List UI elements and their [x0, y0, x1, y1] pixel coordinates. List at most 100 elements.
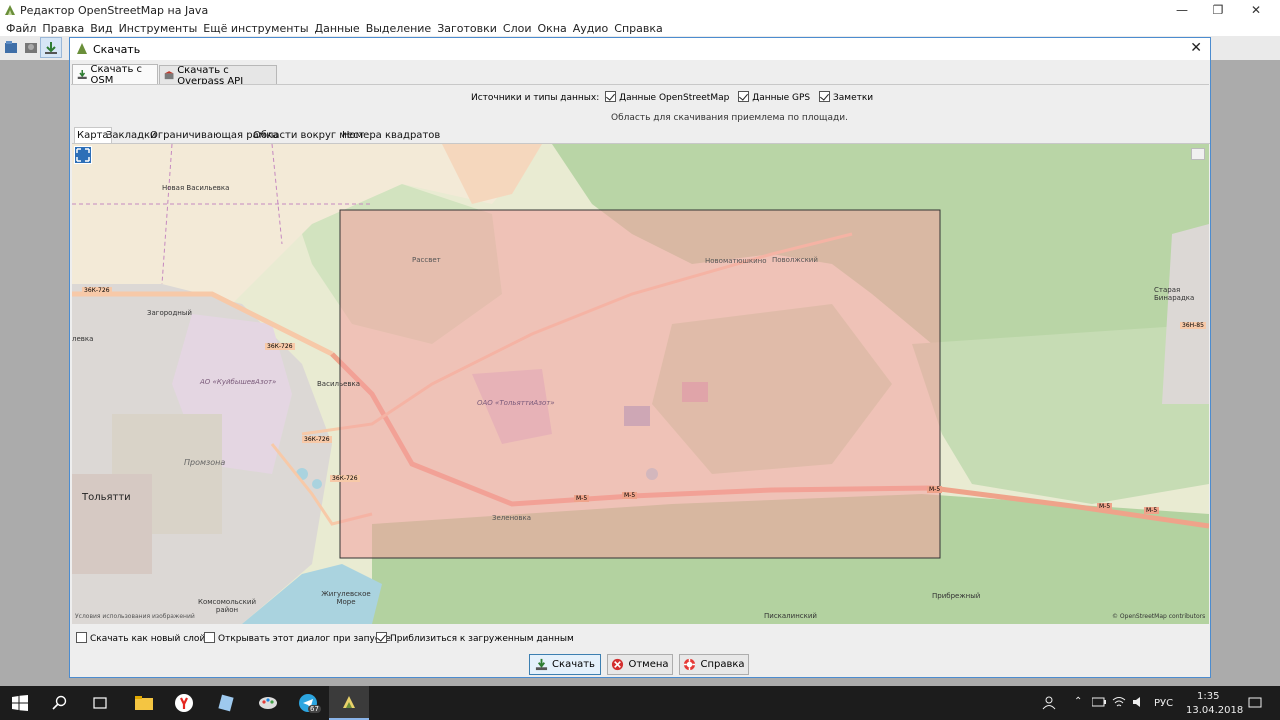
menu-layers[interactable]: Слои	[500, 22, 535, 35]
new-layer-checkbox[interactable]: Скачать как новый слой	[76, 632, 205, 644]
road-shield: 36К-726	[330, 475, 360, 482]
place-label: Васильевка	[317, 380, 361, 388]
place-label: Новоматюшкино	[705, 257, 767, 265]
open-on-startup-checkbox[interactable]: Открывать этот диалог при запуске	[204, 632, 391, 644]
download-button[interactable]: Скачать	[529, 654, 601, 675]
task-view-icon	[93, 697, 107, 709]
zoom-to-data-label: Приблизиться к загруженным данным	[390, 634, 574, 644]
windows-logo-icon	[12, 695, 28, 711]
checkbox-icon	[76, 632, 87, 643]
download-toolbar-button[interactable]	[40, 37, 62, 58]
paint-icon	[259, 697, 277, 709]
minimize-button[interactable]: —	[1164, 0, 1200, 20]
battery-icon[interactable]	[1092, 697, 1106, 707]
road-shield: М-5	[622, 492, 638, 499]
menu-windows[interactable]: Окна	[535, 22, 570, 35]
source-osm-label: Данные OpenStreetMap	[619, 93, 730, 103]
menu-data[interactable]: Данные	[312, 22, 363, 35]
source-notes-checkbox[interactable]: Заметки	[819, 91, 874, 103]
road-shield: 36К-726	[265, 343, 295, 350]
imagery-terms-link[interactable]: Условия использования изображений	[75, 613, 195, 620]
windows-taskbar: 67 ⌃ РУС 1:35 13.04.2018	[0, 686, 1280, 720]
source-osm-checkbox[interactable]: Данные OpenStreetMap	[605, 91, 730, 103]
taskbar-josm[interactable]	[329, 686, 369, 720]
download-dialog: Скачать ✕ Скачать с OSM Скачать с Overpa…	[69, 37, 1211, 678]
taskbar-notes-app[interactable]	[206, 686, 246, 720]
menu-selection[interactable]: Выделение	[363, 22, 435, 35]
dialog-close-button[interactable]: ✕	[1190, 40, 1202, 56]
checkbox-icon	[738, 91, 750, 102]
app-title-bar: Редактор OpenStreetMap на Java — ❐ ✕	[0, 0, 1280, 20]
open-file-icon[interactable]	[4, 40, 18, 54]
menu-audio[interactable]: Аудио	[570, 22, 612, 35]
task-view-button[interactable]	[80, 686, 120, 720]
cancel-button[interactable]: Отмена	[607, 654, 673, 675]
place-label: Новая Васильевка	[162, 184, 230, 192]
slippy-map[interactable]: Новая Васильевка Рассвет Новоматюшкино П…	[72, 144, 1209, 624]
place-label: АО «КуйбышевАзот»	[200, 378, 277, 386]
place-label: Тольятти	[82, 492, 131, 503]
dialog-title: Скачать	[93, 43, 141, 56]
clock-time[interactable]: 1:35	[1197, 691, 1219, 702]
tab-download-osm-label: Скачать с OSM	[90, 63, 143, 86]
people-icon[interactable]	[1042, 696, 1056, 710]
lifebuoy-icon	[684, 658, 696, 671]
menu-file[interactable]: Файл	[3, 22, 39, 35]
input-language[interactable]: РУС	[1154, 698, 1173, 709]
menu-view[interactable]: Вид	[87, 22, 115, 35]
taskbar-yandex-browser[interactable]	[164, 686, 204, 720]
subtab-tile-numbers[interactable]: Номера квадратов	[340, 127, 442, 143]
layer-selector-button[interactable]	[1191, 148, 1205, 160]
tab-download-overpass[interactable]: Скачать с Overpass API	[159, 65, 277, 87]
wifi-icon[interactable]	[1112, 696, 1126, 708]
place-label: Комсомольский район	[197, 598, 256, 614]
taskbar-paint-app[interactable]	[248, 686, 288, 720]
sources-panel: Источники и типы данных: Данные OpenStre…	[70, 86, 1210, 123]
open-location-icon[interactable]	[24, 40, 38, 54]
yandex-browser-icon	[175, 694, 193, 712]
source-notes-label: Заметки	[833, 93, 874, 103]
checkbox-icon	[204, 632, 215, 643]
search-icon	[52, 695, 67, 710]
menu-more-tools[interactable]: Ещё инструменты	[200, 22, 311, 35]
sources-label: Источники и типы данных:	[471, 93, 600, 103]
josm-dialog-icon	[77, 43, 87, 54]
place-label: Зеленовка	[492, 514, 532, 522]
road-shield: М-5	[574, 495, 590, 502]
zoom-to-data-checkbox[interactable]: Приблизиться к загруженным данным	[376, 632, 574, 644]
search-button[interactable]	[40, 686, 80, 720]
menu-tools[interactable]: Инструменты	[116, 22, 201, 35]
volume-icon[interactable]	[1132, 696, 1146, 708]
road-shield: 36К-726	[82, 287, 112, 294]
osm-attribution[interactable]: © OpenStreetMap contributors	[1112, 613, 1205, 620]
taskbar-file-explorer[interactable]	[124, 686, 164, 720]
checkbox-icon	[376, 632, 387, 643]
place-label: Старая Бинарадка	[1154, 286, 1195, 302]
menu-help[interactable]: Справка	[611, 22, 665, 35]
taskbar-telegram[interactable]: 67	[288, 686, 328, 720]
maximize-button[interactable]: ❐	[1200, 0, 1236, 20]
checkbox-icon	[605, 91, 617, 102]
fullscreen-toggle-button[interactable]	[74, 146, 92, 164]
download-osm-icon	[77, 70, 87, 79]
close-app-button[interactable]: ✕	[1238, 0, 1274, 20]
new-layer-label: Скачать как новый слой	[90, 634, 206, 644]
start-button[interactable]	[0, 686, 40, 720]
tab-download-osm[interactable]: Скачать с OSM	[72, 63, 158, 86]
clock-date[interactable]: 13.04.2018	[1186, 705, 1243, 716]
notepad-icon	[218, 694, 234, 712]
place-label: Промзона	[184, 458, 226, 467]
place-label: ОАО «ТольяттиАзот»	[477, 399, 555, 407]
place-label: Прибрежный	[932, 592, 981, 600]
app-title: Редактор OpenStreetMap на Java	[20, 3, 209, 17]
road-shield: М-5	[1144, 507, 1160, 514]
help-button[interactable]: Справка	[679, 654, 749, 675]
tray-expand-icon[interactable]: ⌃	[1074, 696, 1082, 707]
menu-presets[interactable]: Заготовки	[434, 22, 500, 35]
josm-taskbar-icon	[343, 696, 355, 708]
source-gps-checkbox[interactable]: Данные GPS	[738, 91, 810, 103]
menu-edit[interactable]: Правка	[39, 22, 87, 35]
cancel-icon	[612, 658, 624, 671]
dialog-title-bar: Скачать ✕	[70, 38, 1210, 60]
notifications-icon[interactable]	[1248, 696, 1262, 710]
